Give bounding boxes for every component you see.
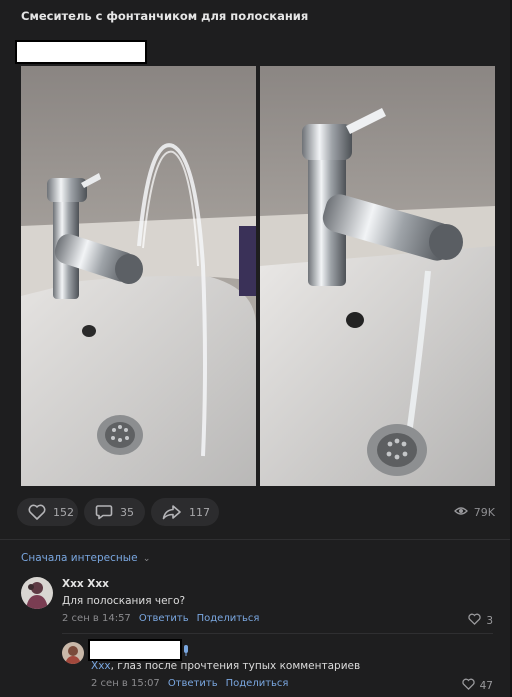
redacted-author-block: [15, 40, 147, 64]
sort-label: Сначала интересные: [21, 552, 138, 564]
heart-icon: [28, 504, 46, 520]
comment-bubble-icon: [95, 504, 113, 520]
like-count: 152: [53, 505, 74, 519]
reply-divider: [62, 633, 493, 634]
post-card: Смеситель с фонтанчиком для полоскания 1…: [0, 0, 512, 697]
share-count: 117: [189, 505, 210, 519]
view-count: 79K: [473, 506, 495, 519]
photo-faucet-fountain[interactable]: [21, 66, 256, 486]
avatar[interactable]: [62, 642, 84, 664]
comment-count: 35: [120, 505, 134, 519]
post-title: Смеситель с фонтанчиком для полоскания: [21, 9, 309, 23]
reply-like-count: 47: [479, 679, 493, 692]
avatar[interactable]: [21, 577, 53, 609]
mic-icon: [183, 642, 189, 661]
heart-icon: [461, 678, 475, 693]
heart-icon: [468, 613, 481, 628]
view-counter: 79K: [453, 506, 495, 519]
share-button[interactable]: 117: [151, 498, 219, 526]
share-link[interactable]: Поделиться: [197, 613, 260, 624]
reply-mention[interactable]: Xxx: [91, 660, 111, 672]
photo-gallery[interactable]: [21, 66, 495, 486]
comment-like-button[interactable]: 3: [468, 613, 493, 628]
reply-link[interactable]: Ответить: [139, 613, 189, 624]
comment-like-count: 3: [486, 614, 493, 627]
comments-divider: [0, 539, 510, 540]
photo-faucet-regular[interactable]: [260, 66, 495, 486]
reply-text: Xxx, глаз после прочтения тупых коммента…: [91, 660, 360, 672]
comment-button[interactable]: 35: [84, 498, 145, 526]
eye-icon: [453, 506, 468, 519]
share-arrow-icon: [162, 504, 182, 520]
chevron-down-icon: ⌄: [142, 554, 151, 564]
post-actions: 152 35 117: [17, 498, 219, 526]
comment-date[interactable]: 2 сен в 14:57: [62, 613, 131, 624]
share-link[interactable]: Поделиться: [226, 678, 289, 689]
like-button[interactable]: 152: [17, 498, 78, 526]
reply-like-button[interactable]: 47: [461, 678, 493, 693]
reply-meta: 2 сен в 15:07 Ответить Поделиться: [91, 678, 288, 689]
redacted-reply-author: [88, 639, 182, 661]
reply-link[interactable]: Ответить: [168, 678, 218, 689]
reply-date[interactable]: 2 сен в 15:07: [91, 678, 160, 689]
reply-body: , глаз после прочтения тупых комментарие…: [110, 660, 361, 672]
comment-text: Для полоскания чего?: [62, 595, 186, 607]
comment-author[interactable]: Xxx Xxx: [62, 578, 109, 590]
comment-meta: 2 сен в 14:57 Ответить Поделиться: [62, 613, 259, 624]
comment-sort-dropdown[interactable]: Сначала интересные ⌄: [21, 552, 150, 564]
